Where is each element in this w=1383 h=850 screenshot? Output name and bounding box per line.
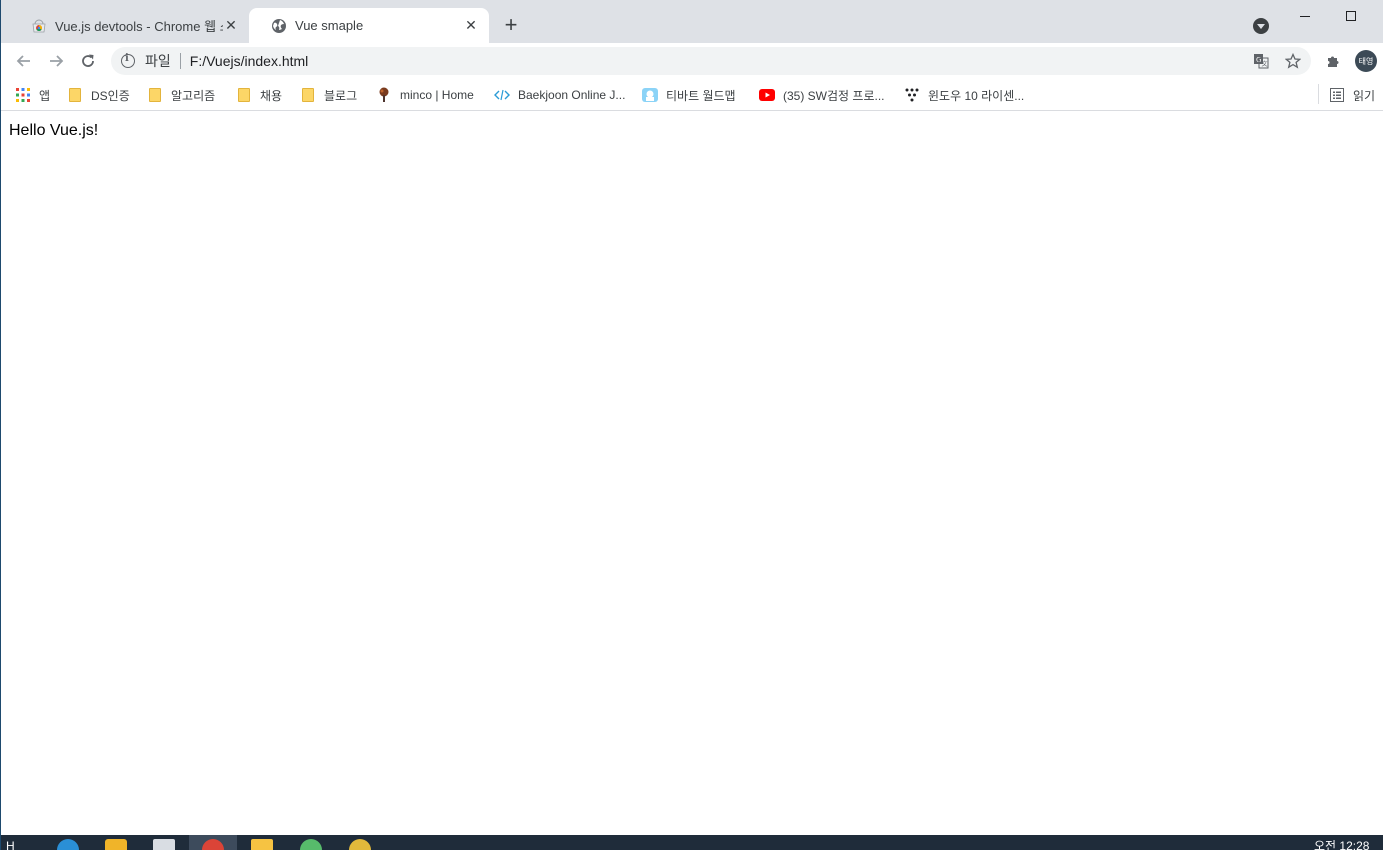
divider bbox=[1318, 84, 1319, 104]
windows-taskbar: H 오전 12:28 bbox=[1, 835, 1383, 850]
folder-icon bbox=[147, 87, 163, 103]
bookmarks-bar: 앱 DS인증 알고리즘 채용 블로그 minco | Home Baekjoon… bbox=[1, 79, 1383, 111]
minimize-button[interactable] bbox=[1282, 2, 1328, 30]
folder-icon bbox=[236, 87, 252, 103]
reload-icon bbox=[82, 54, 94, 67]
reading-list-icon bbox=[1329, 87, 1345, 103]
maximize-button[interactable] bbox=[1328, 2, 1374, 30]
bookmark-youtube[interactable]: (35) SW검정 프로... bbox=[759, 85, 885, 105]
bookmark-label: 읽기 bbox=[1353, 88, 1376, 103]
bookmark-label: 티바트 월드맵 bbox=[666, 88, 736, 103]
bookmark-teyvat-map[interactable]: 티바트 월드맵 bbox=[642, 85, 736, 105]
notepad-icon[interactable] bbox=[153, 839, 175, 850]
taskbar-search-text[interactable]: H bbox=[6, 839, 15, 850]
bookmark-label: 알고리즘 bbox=[171, 88, 216, 103]
tab-title: Vue smaple bbox=[295, 18, 364, 33]
dots-icon bbox=[904, 87, 920, 103]
page-content: Hello Vue.js! bbox=[1, 112, 1383, 835]
bookmark-label: 앱 bbox=[39, 88, 51, 103]
folder-icon bbox=[300, 87, 316, 103]
extensions-button[interactable] bbox=[1320, 48, 1346, 74]
bookmark-label: 채용 bbox=[260, 88, 283, 103]
puzzle-icon bbox=[1328, 56, 1339, 67]
new-tab-button[interactable]: + bbox=[499, 14, 523, 38]
tree-icon bbox=[376, 87, 392, 103]
tab-vue-sample[interactable]: Vue smaple ✕ bbox=[249, 8, 489, 43]
bookmark-recruit[interactable]: 채용 bbox=[236, 85, 282, 105]
address-bar[interactable]: 파일 F:/Vuejs/index.html G文 bbox=[111, 47, 1311, 75]
browser-toolbar: 파일 F:/Vuejs/index.html G文 태영 bbox=[1, 43, 1383, 79]
svg-text:文: 文 bbox=[1262, 60, 1268, 68]
code-icon bbox=[494, 87, 510, 103]
maximize-icon bbox=[1346, 11, 1356, 21]
url-text[interactable]: F:/Vuejs/index.html bbox=[190, 53, 309, 69]
minimize-icon bbox=[1300, 15, 1310, 17]
divider bbox=[179, 53, 181, 69]
tab-title: Vue.js devtools - Chrome 웹 스토어 bbox=[55, 19, 223, 34]
arrow-right-icon bbox=[50, 55, 64, 67]
apps-grid-icon bbox=[15, 87, 31, 103]
taskbar-app-icon[interactable] bbox=[105, 839, 127, 850]
map-icon bbox=[642, 87, 658, 103]
file-explorer-icon[interactable] bbox=[251, 839, 273, 850]
taskbar-app-icon[interactable] bbox=[349, 839, 371, 850]
back-button[interactable] bbox=[11, 48, 37, 74]
close-icon[interactable]: ✕ bbox=[463, 17, 479, 34]
bookmark-label: 윈도우 10 라이센... bbox=[928, 88, 1025, 103]
translate-icon[interactable]: G文 bbox=[1247, 47, 1275, 75]
forward-button[interactable] bbox=[43, 48, 69, 74]
clock: 오전 12:28 bbox=[1314, 839, 1370, 850]
bookmark-baekjoon[interactable]: Baekjoon Online J... bbox=[494, 85, 625, 105]
bookmark-label: Baekjoon Online J... bbox=[518, 88, 626, 102]
tab-vue-devtools[interactable]: Vue.js devtools - Chrome 웹 스토어 ✕ bbox=[9, 8, 249, 43]
ie-icon[interactable] bbox=[57, 839, 79, 850]
bookmark-apps[interactable]: 앱 bbox=[15, 85, 50, 105]
reload-button[interactable] bbox=[75, 48, 101, 74]
youtube-icon bbox=[759, 87, 775, 103]
close-icon[interactable]: ✕ bbox=[223, 17, 239, 34]
taskbar-app-icon[interactable] bbox=[300, 839, 322, 850]
arrow-left-icon bbox=[16, 55, 30, 67]
reading-list-button[interactable]: 읽기 bbox=[1329, 85, 1375, 105]
info-icon[interactable] bbox=[121, 53, 135, 68]
bookmark-ds[interactable]: DS인증 bbox=[67, 85, 130, 105]
tab-strip: Vue.js devtools - Chrome 웹 스토어 ✕ Vue sma… bbox=[1, 0, 1383, 43]
bookmark-star-icon[interactable] bbox=[1279, 47, 1307, 75]
tab-search-icon[interactable] bbox=[1253, 18, 1269, 34]
folder-icon bbox=[67, 87, 83, 103]
browser-window: Vue.js devtools - Chrome 웹 스토어 ✕ Vue sma… bbox=[0, 0, 1383, 850]
hello-text: Hello Vue.js! bbox=[9, 122, 99, 139]
avatar[interactable]: 태영 bbox=[1355, 50, 1377, 72]
bookmark-algorithm[interactable]: 알고리즘 bbox=[147, 85, 215, 105]
bookmark-blog[interactable]: 블로그 bbox=[300, 85, 357, 105]
bookmark-label: minco | Home bbox=[400, 88, 474, 102]
scheme-label: 파일 bbox=[145, 53, 171, 69]
bookmark-label: DS인증 bbox=[91, 88, 130, 103]
bookmark-label: 블로그 bbox=[324, 88, 358, 103]
bookmark-label: (35) SW검정 프로... bbox=[783, 88, 885, 103]
chrome-webstore-icon bbox=[32, 19, 46, 32]
bookmark-windows-license[interactable]: 윈도우 10 라이센... bbox=[904, 85, 1024, 105]
bookmark-minco[interactable]: minco | Home bbox=[376, 85, 474, 105]
globe-icon bbox=[272, 18, 286, 33]
